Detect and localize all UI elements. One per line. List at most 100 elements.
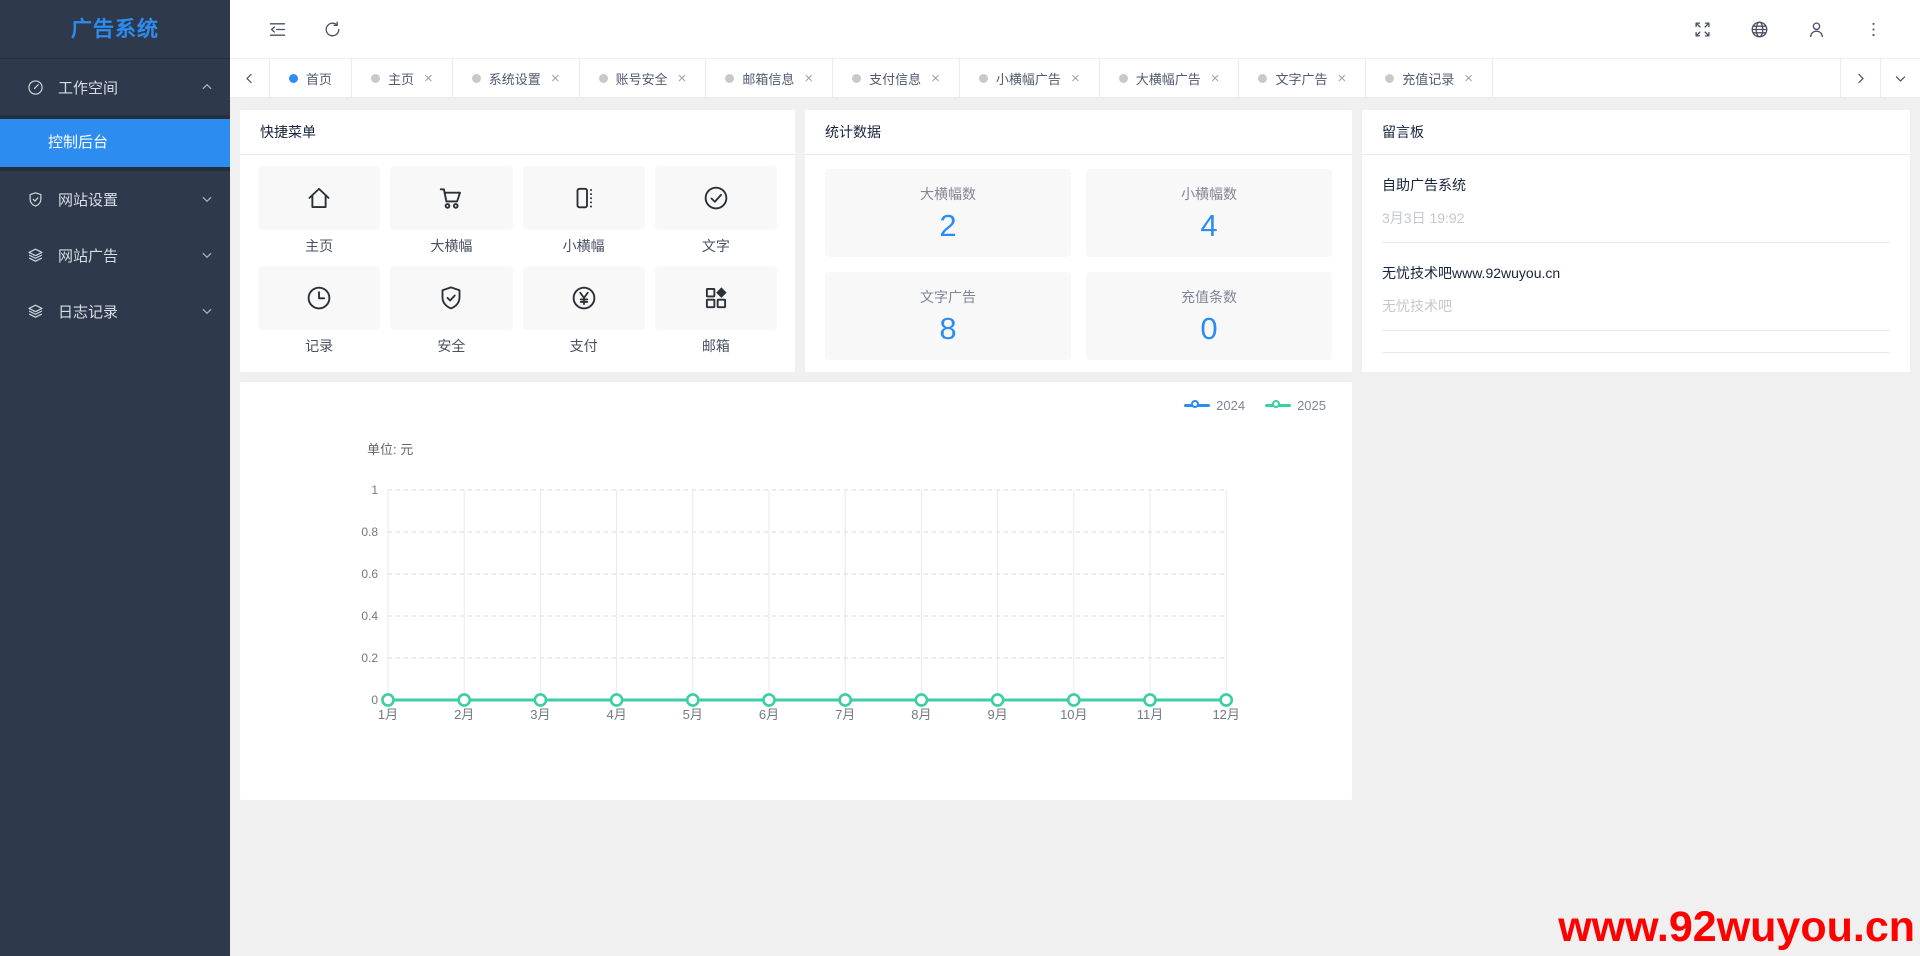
legend-item-2025[interactable]: 2025: [1265, 398, 1326, 413]
tabs-scroll-left-button[interactable]: [230, 59, 270, 97]
svg-text:7月: 7月: [835, 707, 855, 722]
language-globe-icon[interactable]: [1749, 19, 1770, 40]
header-left-icons: [267, 19, 343, 40]
svg-text:12月: 12月: [1212, 707, 1239, 722]
tab-label: 大横幅广告: [1136, 69, 1201, 88]
tab-close-icon[interactable]: ×: [1211, 71, 1220, 86]
sidebar-item-label: 网站设置: [58, 189, 200, 210]
svg-text:0.4: 0.4: [361, 609, 378, 623]
chevron-down-icon: [200, 192, 214, 206]
stat-value: 2: [939, 209, 956, 243]
svg-text:0.6: 0.6: [361, 567, 378, 581]
stat-small-banner-count: 小横幅数4: [1086, 169, 1332, 257]
svg-text:0: 0: [371, 693, 378, 707]
cart-icon: [390, 166, 512, 230]
chart-unit-label: 单位: 元: [367, 439, 413, 458]
user-icon[interactable]: [1806, 19, 1827, 40]
svg-text:5月: 5月: [683, 707, 703, 722]
stats-title: 统计数据: [805, 110, 1352, 155]
more-vertical-icon[interactable]: [1863, 19, 1884, 40]
tab-small-banner-ad[interactable]: 小横幅广告 ×: [960, 59, 1100, 97]
layers-icon: [26, 246, 45, 265]
quick-item-payment[interactable]: 支付: [523, 266, 645, 354]
quick-item-label: 小横幅: [523, 238, 645, 254]
quick-item-records[interactable]: 记录: [258, 266, 380, 354]
sidebar-item-site-settings[interactable]: 网站设置: [0, 171, 230, 227]
sidebar-item-label: 日志记录: [58, 301, 200, 322]
quick-item-large-banner[interactable]: 大横幅: [390, 166, 512, 254]
tab-label: 首页: [306, 69, 332, 88]
tab-close-icon[interactable]: ×: [931, 71, 940, 86]
tab-system-settings[interactable]: 系统设置 ×: [453, 59, 580, 97]
legend-item-2024[interactable]: 2024: [1184, 398, 1245, 413]
tab-large-banner-ad[interactable]: 大横幅广告 ×: [1100, 59, 1240, 97]
message-empty-row: [1382, 331, 1890, 353]
home-icon: [258, 166, 380, 230]
svg-text:0.2: 0.2: [361, 651, 378, 665]
tab-label: 小横幅广告: [996, 69, 1061, 88]
tab-payment-info[interactable]: 支付信息 ×: [833, 59, 960, 97]
tab-close-icon[interactable]: ×: [551, 71, 560, 86]
stat-value: 0: [1200, 312, 1217, 346]
tab-home[interactable]: 首页: [270, 59, 352, 97]
message-list: 自助广告系统3月3日 19:92无忧技术吧www.92wuyou.cn无忧技术吧: [1362, 155, 1910, 353]
tab-label: 系统设置: [489, 69, 541, 88]
sidebar-subitem-control-backend[interactable]: 控制后台: [0, 119, 230, 167]
tab-status-dot: [289, 74, 298, 83]
tab-label: 邮箱信息: [742, 69, 794, 88]
tab-status-dot: [979, 74, 988, 83]
chevron-down-icon: [200, 248, 214, 262]
chart-card: 20242025 单位: 元 1月2月3月4月5月6月7月8月9月10月11月1…: [240, 382, 1352, 800]
quick-item-text[interactable]: 文字: [655, 166, 777, 254]
sidebar-item-workspace[interactable]: 工作空间: [0, 59, 230, 115]
tabs-menu-button[interactable]: [1880, 59, 1920, 97]
tab-label: 账号安全: [616, 69, 668, 88]
shield-check-icon: [390, 266, 512, 330]
quick-menu-card: 快捷菜单 主页大横幅小横幅文字记录安全支付邮箱: [240, 110, 795, 372]
clock-icon: [258, 266, 380, 330]
tab-close-icon[interactable]: ×: [1071, 71, 1080, 86]
svg-text:1: 1: [371, 483, 378, 497]
tab-status-dot: [1258, 74, 1267, 83]
banner-icon: [523, 166, 645, 230]
shield-check-icon: [26, 190, 45, 209]
tabs-scroll-right-button[interactable]: [1840, 59, 1880, 97]
tab-close-icon[interactable]: ×: [424, 71, 433, 86]
quick-item-label: 记录: [258, 338, 380, 354]
quick-item-security[interactable]: 安全: [390, 266, 512, 354]
components-icon: [655, 266, 777, 330]
tab-recharge-records[interactable]: 充值记录×: [1366, 59, 1493, 97]
sidebar-submenu: 控制后台: [0, 115, 230, 171]
quick-menu-title: 快捷菜单: [240, 110, 795, 155]
refresh-icon[interactable]: [322, 19, 343, 40]
tab-label: 支付信息: [869, 69, 921, 88]
tab-status-dot: [1119, 74, 1128, 83]
message-meta: 无忧技术吧: [1382, 296, 1890, 316]
stat-label: 文字广告: [920, 287, 976, 307]
quick-item-home[interactable]: 主页: [258, 166, 380, 254]
tab-account-security[interactable]: 账号安全 ×: [580, 59, 707, 97]
tab-email-info[interactable]: 邮箱信息 ×: [706, 59, 833, 97]
quick-item-email[interactable]: 邮箱: [655, 266, 777, 354]
message-item: 无忧技术吧www.92wuyou.cn无忧技术吧: [1382, 243, 1890, 331]
fullscreen-icon[interactable]: [1692, 19, 1713, 40]
tab-status-dot: [599, 74, 608, 83]
legend-marker: [1265, 400, 1291, 412]
tab-close-icon[interactable]: ×: [1338, 71, 1347, 86]
chevron-up-icon: [200, 80, 214, 94]
quick-item-label: 大横幅: [390, 238, 512, 254]
message-board-card: 留言板 自助广告系统3月3日 19:92无忧技术吧www.92wuyou.cn无…: [1362, 110, 1910, 372]
message-title: 自助广告系统: [1382, 175, 1890, 195]
tab-main-page[interactable]: 主页×: [352, 59, 453, 97]
tab-close-icon[interactable]: ×: [804, 71, 813, 86]
tab-close-icon[interactable]: ×: [678, 71, 687, 86]
tab-text-ad[interactable]: 文字广告×: [1239, 59, 1366, 97]
sidebar-item-logs[interactable]: 日志记录: [0, 283, 230, 339]
sidebar-item-site-ads[interactable]: 网站广告: [0, 227, 230, 283]
menu-fold-icon[interactable]: [267, 19, 288, 40]
quick-item-small-banner[interactable]: 小横幅: [523, 166, 645, 254]
yen-circle-icon: [523, 266, 645, 330]
tab-close-icon[interactable]: ×: [1464, 71, 1473, 86]
legend-label: 2024: [1216, 398, 1245, 413]
stat-label: 小横幅数: [1181, 184, 1237, 204]
